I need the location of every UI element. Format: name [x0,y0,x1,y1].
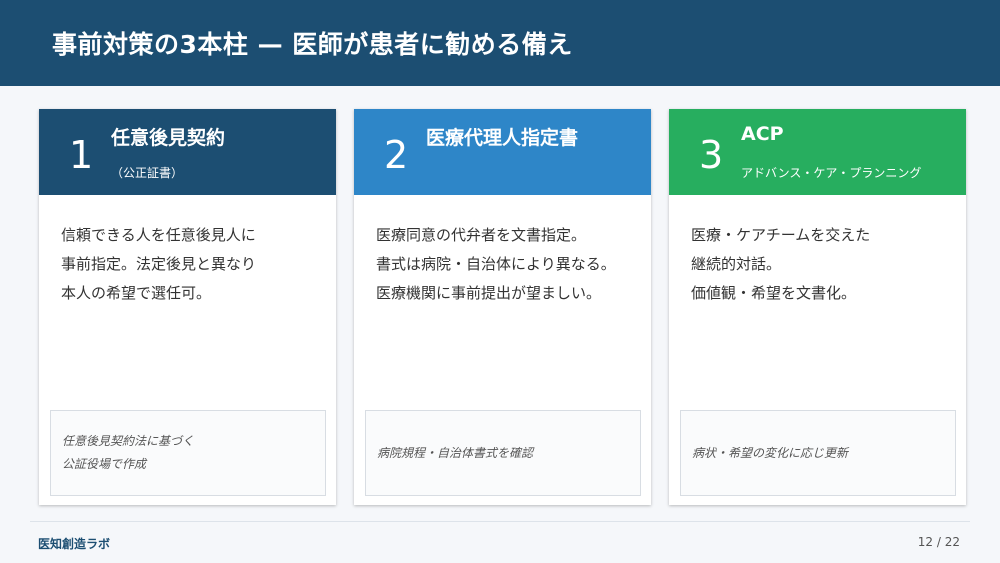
card-body-line: 事前指定。法定後見と異なり [61,255,257,273]
card-subtitle: （公正証書） [111,166,184,180]
footer-brand: 医知創造ラボ [38,537,111,551]
card-body-line: 書式は病院・自治体により異なる。 [376,255,616,273]
card-body-line: 医療機関に事前提出が望ましい。 [376,284,602,302]
header-bar: 事前対策の3本柱 — 医師が患者に勧める備え [0,0,1000,86]
card-note: 病状・希望の変化に応じ更新 [680,410,956,496]
card-body-line: 継続的対話。 [691,255,782,273]
card-note-line: 病院規程・自治体書式を確認 [377,445,534,460]
card-body-line: 医療・ケアチームを交えた [691,226,871,244]
card-body-line: 医療同意の代弁者を文書指定。 [376,226,587,244]
card-body: 信頼できる人を任意後見人に 事前指定。法定後見と異なり 本人の希望で選任可。 [39,195,336,409]
card-medical-proxy: 2 医療代理人指定書 医療同意の代弁者を文書指定。 書式は病院・自治体により異な… [354,109,651,505]
card-note: 任意後見契約法に基づく 公証役場で作成 [50,410,326,496]
card-title: 医療代理人指定書 [426,127,579,149]
card-title: 任意後見契約 [111,127,226,149]
card-title: ACP [741,123,784,145]
card-header: 3 ACP アドバンス・ケア・プランニング [669,109,966,195]
card-note-line: 任意後見契約法に基づく [62,434,195,448]
page-number: 12 / 22 [917,535,960,549]
card-body-line: 信頼できる人を任意後見人に [61,226,256,244]
card-header: 1 任意後見契約 （公正証書） [39,109,336,195]
card-subtitle: アドバンス・ケア・プランニング [741,166,922,180]
footer-divider [30,521,970,522]
card-number: 3 [699,133,724,177]
card-note-line: 病状・希望の変化に応じ更新 [692,445,849,460]
page-title: 事前対策の3本柱 — 医師が患者に勧める備え [52,30,573,59]
card-note-line: 公証役場で作成 [62,457,147,471]
card-guardianship: 1 任意後見契約 （公正証書） 信頼できる人を任意後見人に 事前指定。法定後見と… [39,109,336,505]
card-body-line: 本人の希望で選任可。 [61,284,212,302]
card-header: 2 医療代理人指定書 [354,109,651,195]
card-note: 病院規程・自治体書式を確認 [365,410,641,496]
card-number: 2 [384,133,409,177]
card-body: 医療・ケアチームを交えた 継続的対話。 価値観・希望を文書化。 [669,195,966,409]
card-number: 1 [69,133,94,177]
card-acp: 3 ACP アドバンス・ケア・プランニング 医療・ケアチームを交えた 継続的対話… [669,109,966,505]
card-body-line: 価値観・希望を文書化。 [691,284,857,302]
card-body: 医療同意の代弁者を文書指定。 書式は病院・自治体により異なる。 医療機関に事前提… [354,195,651,409]
